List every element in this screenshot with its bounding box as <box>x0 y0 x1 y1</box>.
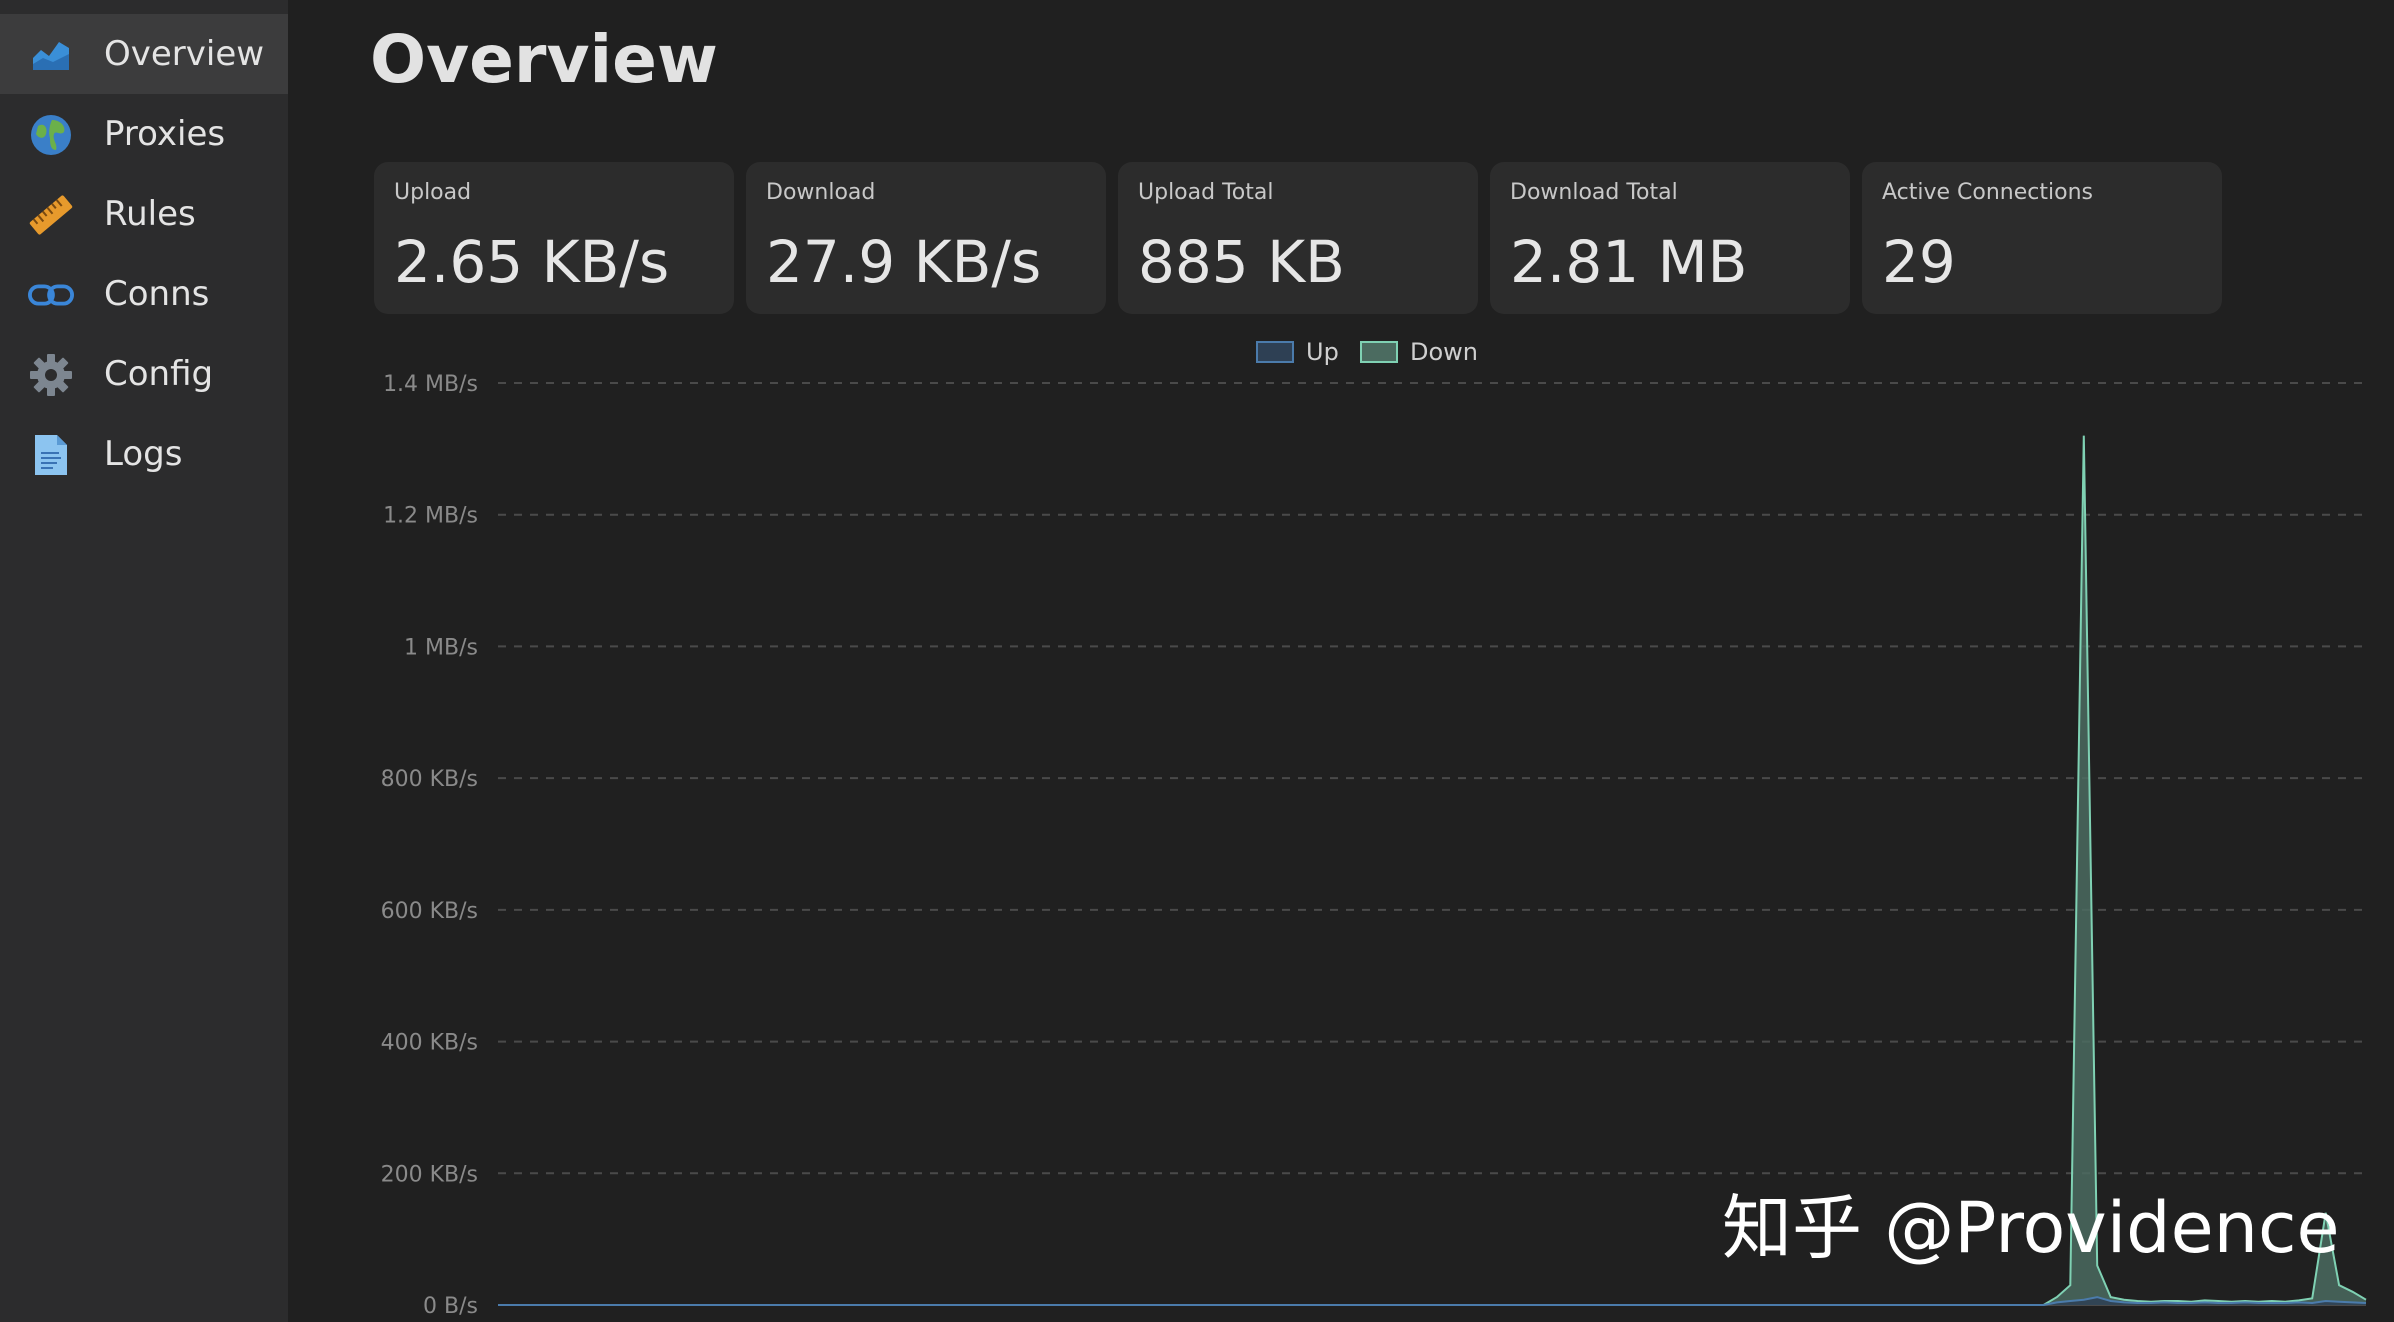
y-tick-label: 0 B/s <box>423 1294 478 1319</box>
y-tick-label: 1 MB/s <box>404 635 478 660</box>
y-tick-label: 1.4 MB/s <box>383 372 478 397</box>
watermark-text: 知乎 @Providence <box>1722 1187 2340 1269</box>
y-tick-label: 400 KB/s <box>381 1031 478 1056</box>
y-tick-label: 200 KB/s <box>381 1162 478 1187</box>
y-tick-label: 1.2 MB/s <box>383 504 478 529</box>
traffic-chart: 0 B/s 200 KB/s 400 KB/s 600 KB/s 800 KB/s 1 M… <box>381 372 2367 1319</box>
y-tick-label: 800 KB/s <box>381 767 478 792</box>
y-tick-label: 600 KB/s <box>381 899 478 924</box>
